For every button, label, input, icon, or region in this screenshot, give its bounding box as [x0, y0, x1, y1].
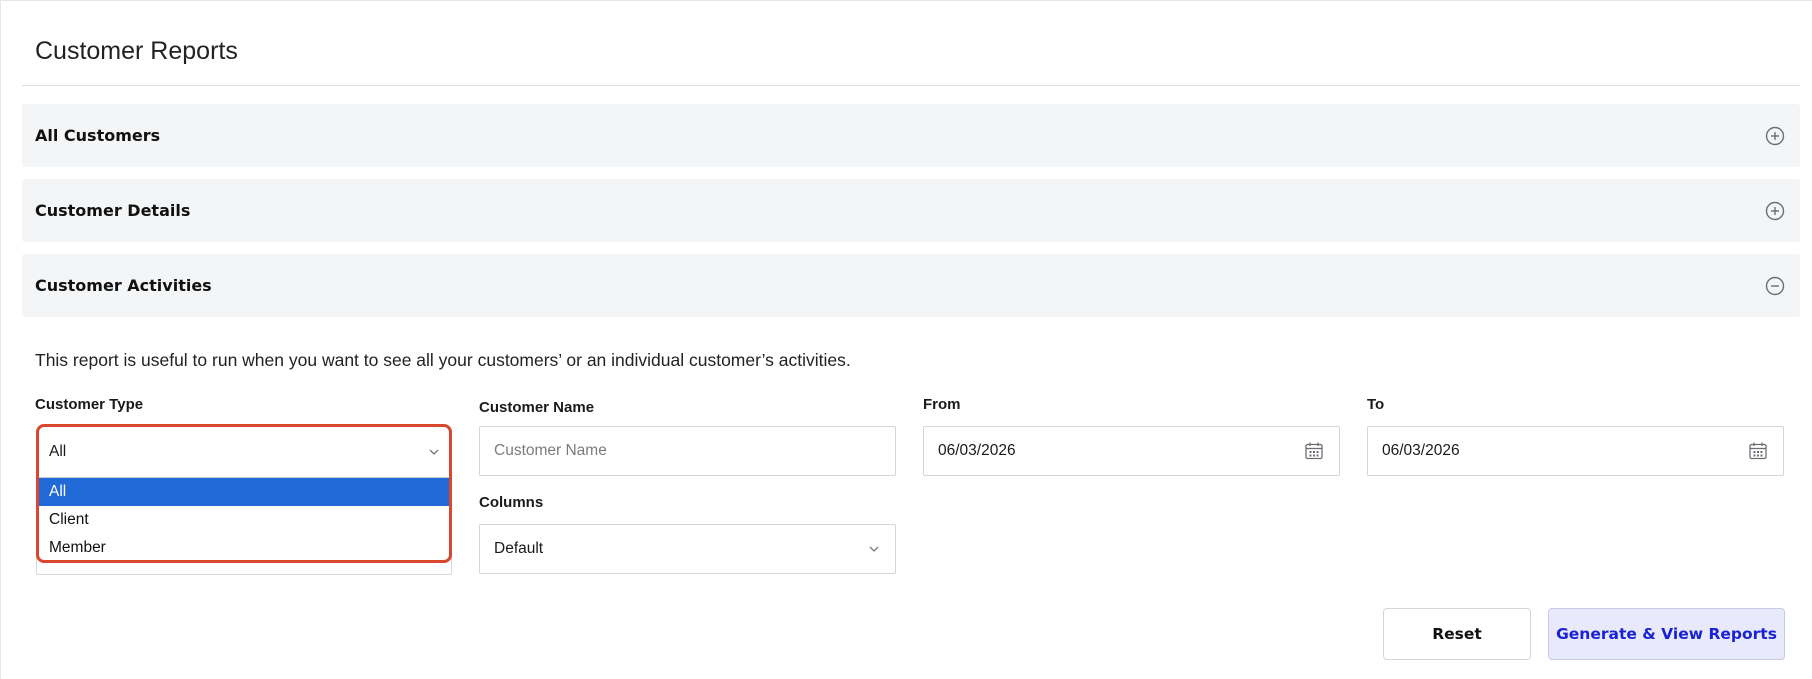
columns-select[interactable]: Default [479, 524, 896, 574]
option-all[interactable]: All [39, 478, 449, 506]
customer-type-value: All [49, 443, 67, 460]
accordion-all-customers[interactable]: All Customers [22, 104, 1800, 167]
from-date-field[interactable]: 06/03/2026 [923, 426, 1340, 476]
customer-type-label: Customer Type [35, 396, 144, 413]
page-title: Customer Reports [35, 37, 238, 65]
accordion-customer-details[interactable]: Customer Details [22, 179, 1800, 242]
customer-name-input[interactable] [494, 442, 881, 460]
to-label: To [1367, 396, 1385, 413]
option-member[interactable]: Member [39, 534, 449, 560]
chevron-down-icon [429, 449, 439, 455]
customer-name-field [479, 426, 896, 476]
columns-value: Default [494, 540, 544, 557]
accordion-customer-activities[interactable]: Customer Activities [22, 254, 1800, 317]
chevron-down-icon [869, 546, 879, 552]
report-description: This report is useful to run when you wa… [35, 350, 851, 370]
accordion-label: Customer Details [35, 201, 191, 220]
generate-view-reports-button[interactable]: Generate & View Reports [1548, 608, 1785, 660]
option-client[interactable]: Client [39, 506, 449, 534]
accordion-label: All Customers [35, 126, 161, 145]
customer-reports-page: Customer Reports All Customers Customer … [0, 0, 1812, 679]
title-divider [22, 85, 1800, 86]
from-label: From [923, 396, 961, 413]
reset-button[interactable]: Reset [1383, 608, 1531, 660]
from-date-value: 06/03/2026 [938, 442, 1016, 459]
to-date-field[interactable]: 06/03/2026 [1367, 426, 1784, 476]
plus-circle-icon[interactable] [1764, 125, 1786, 147]
calendar-icon[interactable] [1747, 440, 1769, 462]
to-date-value: 06/03/2026 [1382, 442, 1460, 459]
customer-type-select[interactable]: All All Client Member [36, 424, 452, 563]
customer-type-select-trigger[interactable]: All [39, 427, 449, 478]
plus-circle-icon[interactable] [1764, 200, 1786, 222]
columns-label: Columns [479, 494, 544, 511]
accordion-label: Customer Activities [35, 276, 212, 295]
calendar-icon[interactable] [1303, 440, 1325, 462]
customer-name-label: Customer Name [479, 399, 595, 416]
minus-circle-icon[interactable] [1764, 275, 1786, 297]
